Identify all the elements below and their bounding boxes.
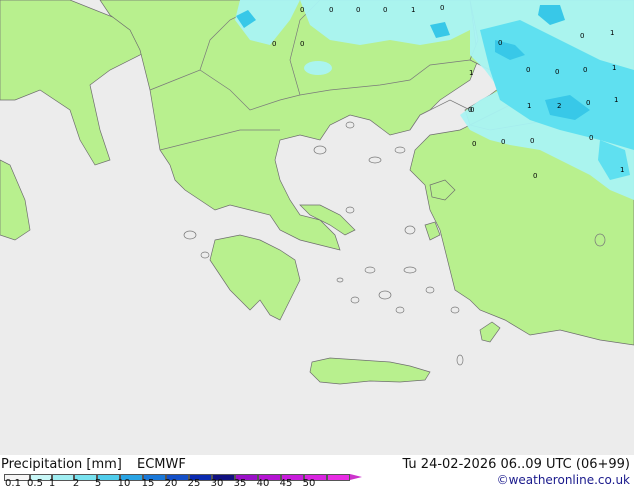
precip-value-label: 0 [555,68,559,76]
colorbar-tick-label: 35 [233,478,247,489]
colorbar-tick-label: 0.1 [5,478,21,489]
precip-value-label: 0 [501,138,505,146]
legend-title: Precipitation [mm] [1,457,122,472]
precip-value-label: 0 [580,32,584,40]
precip-value-label: 1 [612,64,616,72]
precip-value-label: 0 [300,40,304,48]
precip-value-label: 1 [610,29,614,37]
precip-value-label: 1 [469,69,473,77]
colorbar-tick-label: 0.5 [27,478,43,489]
precip-value-label: 0 [530,137,534,145]
precip-value-label: 2 [557,102,561,110]
precip-value-label: 0 [440,4,444,12]
italy-toe [0,159,31,241]
precip-value-label: 1 [527,102,531,110]
precip-value-label: 1 [614,96,618,104]
colorbar-tick-label: 50 [302,478,316,489]
precip-value-label: 0 [583,66,587,74]
crete-land [309,357,431,385]
map-footer: Precipitation [mm] ECMWF Tu 24-02-2026 0… [0,455,634,490]
precip-value-label: 0 [472,140,476,148]
model-name: ECMWF [137,457,186,472]
precip-value-label: 0 [468,106,472,114]
peloponnese-land [209,234,301,321]
map-canvas: 0 0 0 0 1 00001010 0 0 10 1 2 0 10 0 0 0010 [0,0,634,385]
colorbar-tick-label: 10 [117,478,131,489]
precip-value-label: 0 [356,6,360,14]
precip-value-label: 0 [586,99,590,107]
precip-value-label: 0 [498,39,502,47]
colorbar-tick-label: 5 [94,478,102,489]
credit-link[interactable]: ©weatheronline.co.uk [497,473,630,487]
valid-time: Tu 24-02-2026 06..09 UTC (06+99) [402,457,630,472]
colorbar-tick-label: 2 [72,478,80,489]
precip-value-label: 1 [620,166,624,174]
colorbar-arrow [350,474,362,480]
colorbar-tick-label: 45 [279,478,293,489]
precip-value-label: 0 [533,172,537,180]
precip-value-label: 0 [272,40,276,48]
precip-value-label: 0 [300,6,304,14]
precip-value-label: 0 [383,6,387,14]
precip-value-label: 1 [411,6,415,14]
precipitation-map: 0000100001010001012010000010 [0,0,634,455]
precip-value-label: 0 [589,134,593,142]
precip-value-label: 0 [329,6,333,14]
colorbar-ticks: 0.1 0.5 1 2 5 10 15 20 25 30 35 40 45 50 [0,478,340,490]
colorbar-tick-label: 15 [141,478,155,489]
colorbar-tick-label: 25 [187,478,201,489]
precip-value-label: 0 [526,66,530,74]
colorbar-tick-label: 20 [164,478,178,489]
rhodes-land [479,321,501,343]
colorbar-tick-label: 1 [48,478,56,489]
colorbar-tick-label: 30 [210,478,224,489]
colorbar-tick-label: 40 [256,478,270,489]
